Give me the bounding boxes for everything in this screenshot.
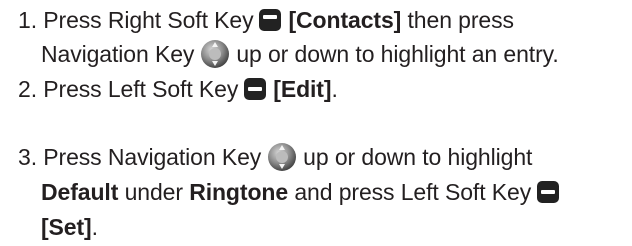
menu-option-ringtone: Ringtone [189, 179, 289, 205]
step-3: 3. Press Navigation Key up or down to hi… [18, 140, 628, 245]
step-text: . [91, 214, 98, 240]
step-text: Navigation Key [41, 41, 195, 67]
step-1-line-2: Navigation Key up or down to highlight a… [18, 37, 628, 71]
menu-option-default: Default [41, 179, 119, 205]
left-soft-key-icon [537, 180, 560, 203]
softkey-label-edit: [Edit] [273, 76, 332, 102]
step-3-line-3: [Set]. [18, 210, 628, 245]
step-3-line-1: 3. Press Navigation Key up or down to hi… [18, 140, 628, 175]
softkey-label-contacts: [Contacts] [288, 7, 402, 33]
step-text: Press Navigation Key [43, 144, 262, 170]
navigation-key-icon [201, 39, 230, 68]
step-text: up or down to highlight [303, 144, 533, 170]
softkey-label-set: [Set] [41, 214, 92, 240]
step-2-line-1: 2. Press Left Soft Key [Edit]. [18, 72, 628, 106]
step-number: 1. [18, 7, 37, 33]
step-1: 1. Press Right Soft Key [Contacts] then p… [18, 3, 628, 71]
step-text: Press Left Soft Key [43, 76, 239, 102]
step-text: and press Left Soft Key [294, 179, 532, 205]
step-2: 2. Press Left Soft Key [Edit]. [18, 72, 628, 106]
step-text: then press [407, 7, 515, 33]
step-3-line-2: Default under Ringtone and press Left So… [18, 175, 628, 210]
step-text: up or down to highlight an entry. [236, 41, 559, 67]
step-1-line-1: 1. Press Right Soft Key [Contacts] then p… [18, 3, 628, 37]
left-soft-key-icon [244, 77, 267, 100]
step-text: Press Right Soft Key [43, 7, 254, 33]
step-text: under [124, 179, 183, 205]
step-number: 3. [18, 144, 37, 170]
instruction-document: 1. Press Right Soft Key [Contacts] then p… [0, 0, 632, 246]
step-number: 2. [18, 76, 37, 102]
navigation-key-icon [268, 142, 297, 171]
step-text: . [331, 76, 338, 102]
right-soft-key-icon [259, 8, 282, 31]
